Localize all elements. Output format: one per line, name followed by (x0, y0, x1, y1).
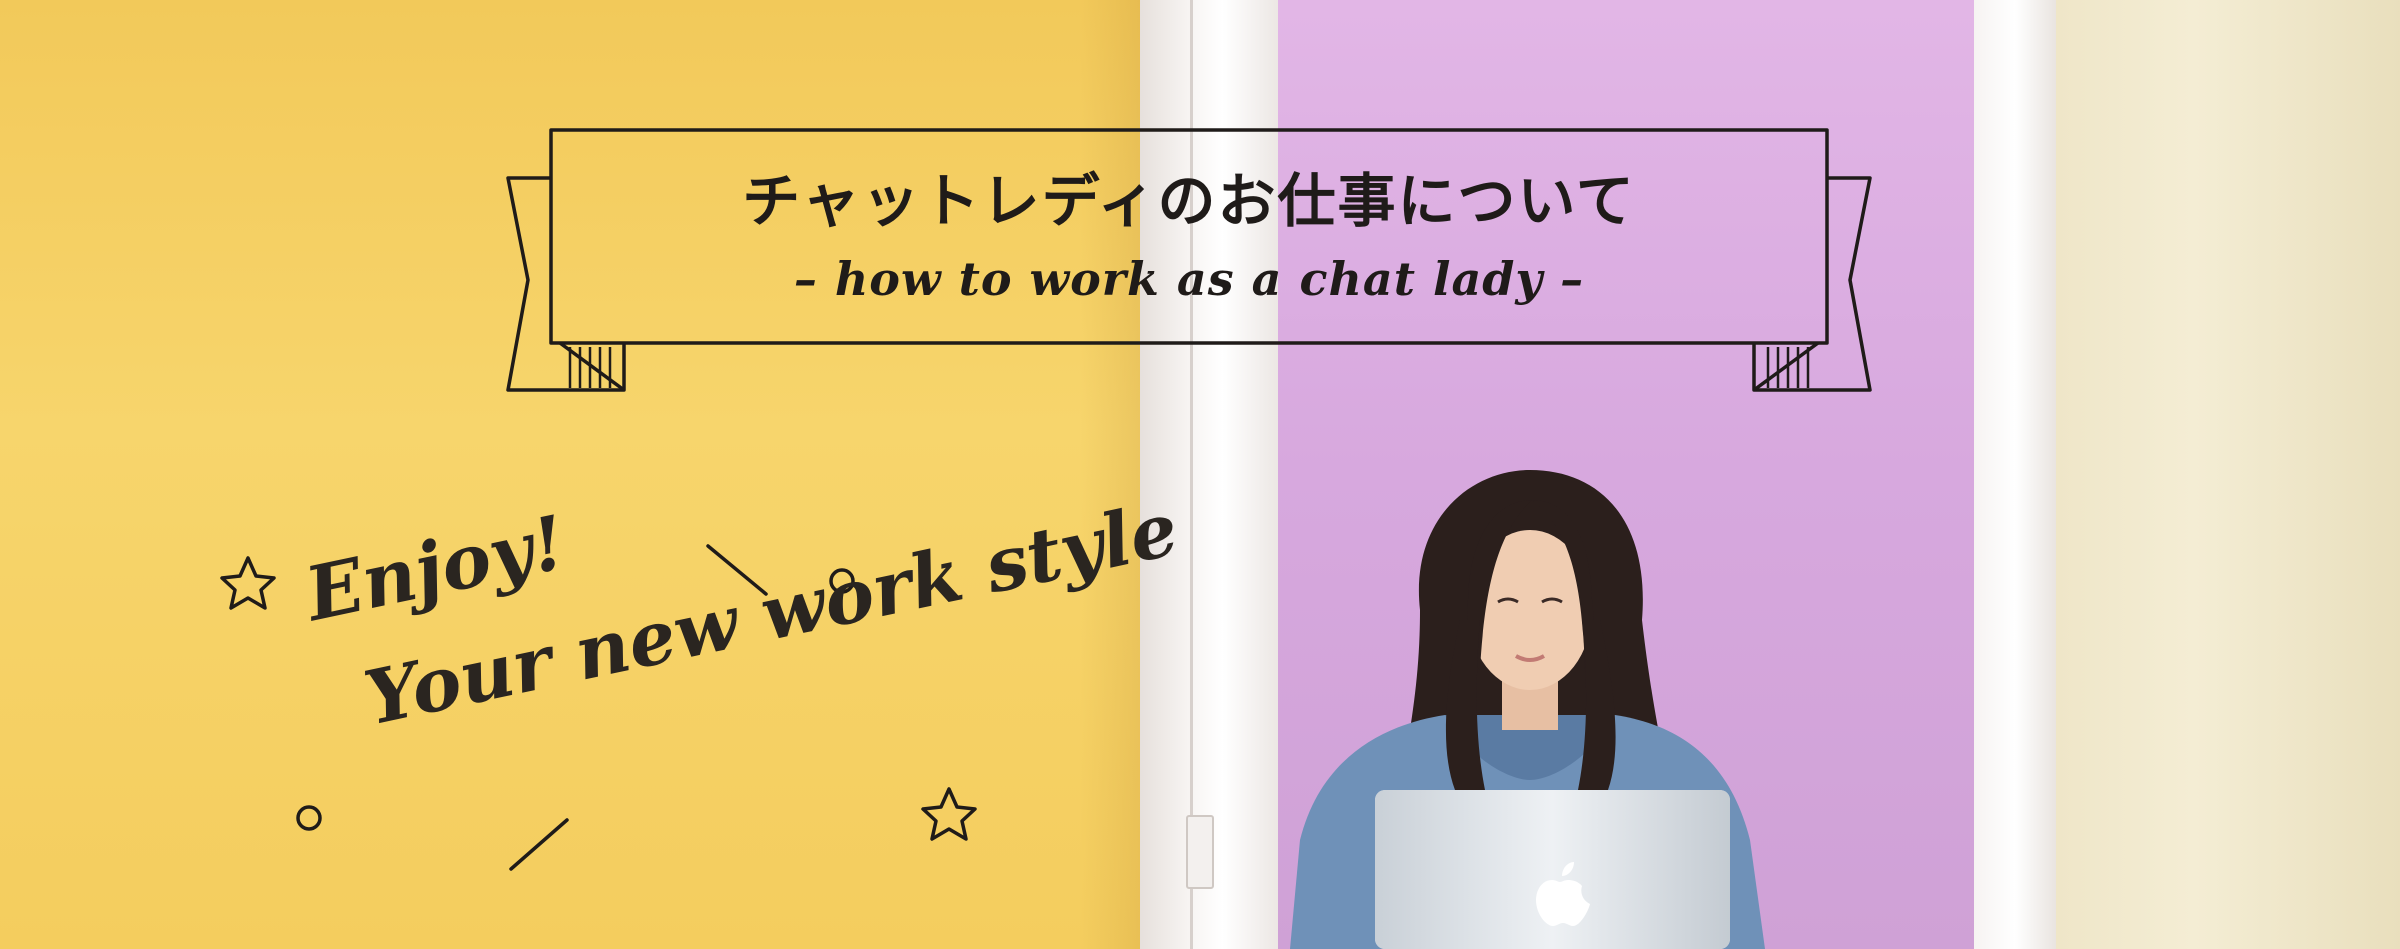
star-icon (921, 787, 977, 841)
banner-title: チャットレディのお仕事について (742, 166, 1636, 235)
ribbon-banner: チャットレディのお仕事について – how to work as a chat … (551, 130, 1827, 343)
dash-icon (509, 818, 569, 871)
circle-icon (296, 805, 322, 831)
banner-subtitle: – how to work as a chat lady – (793, 251, 1585, 306)
hero-banner-image: チャットレディのお仕事について – how to work as a chat … (0, 0, 2400, 949)
star-icon (220, 556, 276, 610)
